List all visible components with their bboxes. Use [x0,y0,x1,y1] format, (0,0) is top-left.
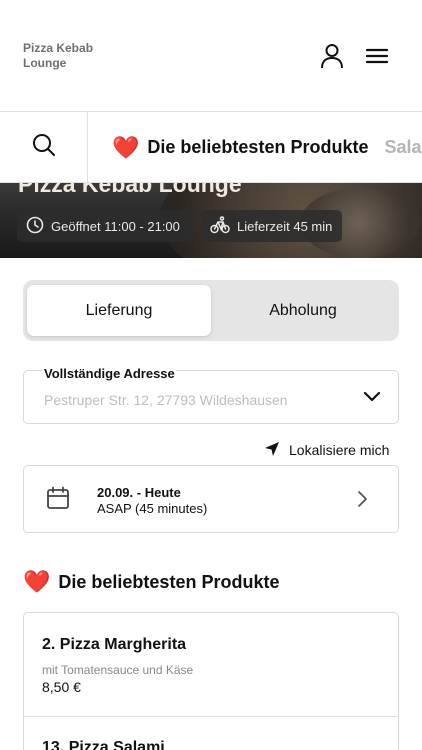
tab-label: Die beliebtesten Produkte [147,137,369,157]
delivery-time-text: Lieferzeit 45 min [237,218,333,234]
category-tabs: ❤️ Die beliebtesten Produkte Salat [112,112,422,182]
calendar-icon [46,486,70,515]
search-button[interactable] [0,112,88,182]
user-icon[interactable] [318,42,346,70]
delivery-time: ASAP (45 minutes) [97,501,208,516]
delivery-time-badge: Lieferzeit 45 min [201,210,342,242]
app-header: Pizza Kebab Lounge [0,0,422,112]
delivery-option[interactable]: Lieferung [27,285,211,336]
order-mode-toggle: Lieferung Abholung [23,280,399,341]
brand-name[interactable]: Pizza Kebab Lounge [23,41,133,71]
product-price: 8,50 € [42,679,81,695]
delivery-date-selector[interactable]: 20.09. - Heute ASAP (45 minutes) [23,465,399,533]
product-description: mit Tomatensauce und Käse [42,663,194,677]
product-name: 13. Pizza Salami [42,739,165,750]
section-title-text: Die beliebtesten Produkte [58,571,280,592]
tab-salat[interactable]: Salat [384,137,422,158]
bike-icon [210,215,237,237]
pickup-option[interactable]: Abholung [211,285,395,336]
locate-me-button[interactable]: Lokalisiere mich [264,441,389,459]
location-arrow-icon [264,441,289,460]
product-name: 2. Pizza Margherita [42,636,187,653]
delivery-date: 20.09. - Heute [97,485,181,500]
tab-popular-products[interactable]: ❤️ Die beliebtesten Produkte [112,134,369,160]
product-item[interactable]: 13. Pizza Salami [24,717,398,750]
clock-icon [26,216,51,237]
address-placeholder: Pestruper Str. 12, 27793 Wildeshausen [44,392,288,408]
product-item[interactable]: 2. Pizza Margherita mit Tomatensauce und… [24,613,398,717]
chevron-down-icon [363,390,381,408]
opening-hours-badge: Geöffnet 11:00 - 21:00 [17,210,193,242]
restaurant-title: Pizza Kebab Lounge [18,183,242,197]
address-label: Vollständige Adresse [43,366,176,381]
heart-icon: ❤️ [23,569,51,594]
chevron-right-icon [357,490,368,513]
section-title: ❤️ Die beliebtesten Produkte [23,571,279,593]
locate-me-label: Lokalisiere mich [289,442,390,458]
category-bar: ❤️ Die beliebtesten Produkte Salat [0,112,422,183]
product-list: 2. Pizza Margherita mit Tomatensauce und… [23,612,399,750]
heart-icon: ❤️ [112,134,140,160]
opening-hours-text: Geöffnet 11:00 - 21:00 [51,218,180,234]
search-icon [32,133,56,162]
hamburger-menu-icon[interactable] [363,42,391,70]
